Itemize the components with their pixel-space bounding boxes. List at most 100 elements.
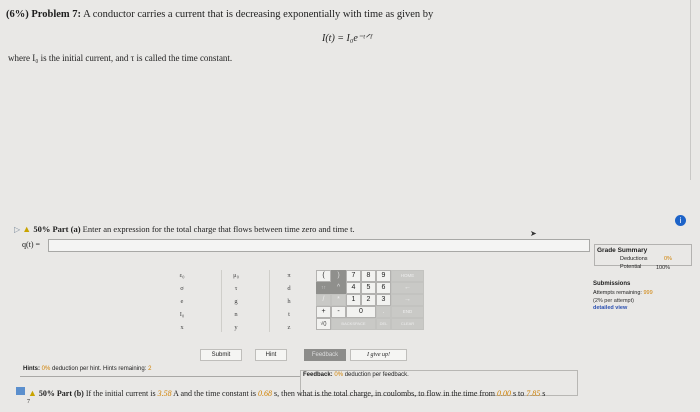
key-h[interactable]: h <box>277 296 301 307</box>
answer-input[interactable] <box>48 239 590 252</box>
key-minus[interactable]: - <box>331 306 346 318</box>
attempts-remaining: Attempts remaining: 999 <box>593 290 653 296</box>
hints-deduction: 0% <box>41 366 51 372</box>
part-b-text-2: A and the time constant is <box>173 389 257 398</box>
keypad-divider <box>221 270 222 332</box>
key-n[interactable]: n <box>224 309 248 320</box>
key-6[interactable]: 6 <box>376 282 391 294</box>
part-a-header[interactable]: ▷ ▲ 50% Part (a) Enter an expression for… <box>14 224 355 234</box>
per-attempt: (2% per attempt) <box>593 298 634 304</box>
problem-statement: A conductor carries a current that is de… <box>83 9 434 20</box>
part-b-text-3: s, then what is the total charge, in cou… <box>274 389 495 398</box>
key-decimal[interactable]: . <box>376 306 391 318</box>
panel-edge <box>690 0 700 180</box>
key-caret[interactable]: ^ <box>331 282 346 294</box>
feedback-button[interactable]: Feedback <box>304 349 346 361</box>
key-mu0[interactable]: μ₀ <box>224 270 248 281</box>
key-right-arrow[interactable]: → <box>391 294 424 306</box>
key-1[interactable]: 1 <box>346 294 361 306</box>
feedback-line: Feedback: 0% deduction per feedback. <box>303 372 409 378</box>
key-z[interactable]: z <box>277 322 301 333</box>
key-close-paren[interactable]: ) <box>331 270 346 282</box>
feedback-text: deduction per feedback. <box>344 372 409 378</box>
key-9[interactable]: 9 <box>376 270 391 282</box>
part-a-prompt: Enter an expression for the total charge… <box>82 224 355 234</box>
key-d[interactable]: d <box>277 283 301 294</box>
key-end[interactable]: END <box>391 306 424 318</box>
key-del[interactable]: DEL <box>376 318 391 330</box>
attempts-value: 999 <box>643 290 653 296</box>
key-4[interactable]: 4 <box>346 282 361 294</box>
key-tau[interactable]: τ <box>224 283 248 294</box>
key-sqrt[interactable]: √() <box>316 318 331 330</box>
problem-title: (6%) Problem 7: A conductor carries a cu… <box>6 9 433 20</box>
hints-line: Hints: 0% deduction per hint. Hints rema… <box>23 366 151 372</box>
key-y[interactable]: y <box>224 322 248 333</box>
key-pi[interactable]: π <box>277 270 301 281</box>
key-8[interactable]: 8 <box>361 270 376 282</box>
key-multiply[interactable]: * <box>331 294 346 306</box>
key-up[interactable]: ↑↑ <box>316 282 331 294</box>
part-b-header[interactable]: ▲ 50% Part (b) If the initial current is… <box>28 388 545 398</box>
expand-triangle-icon[interactable]: ▷ <box>14 225 20 234</box>
part-b-text-1: If the initial current is <box>85 389 156 398</box>
hints-deduction-text: deduction per hint. Hints remaining: <box>52 366 147 372</box>
key-home[interactable]: HOME <box>391 270 424 282</box>
part-b-current: 3.58 <box>157 389 172 398</box>
grade-summary-title: Grade Summary <box>597 247 648 254</box>
part-a-label: Part (a) <box>52 224 81 234</box>
key-open-paren[interactable]: ( <box>316 270 331 282</box>
attempts-label: Attempts remaining: <box>593 290 642 296</box>
hints-remaining: 2 <box>148 366 152 372</box>
key-i0[interactable]: I₀ <box>170 309 194 320</box>
key-t[interactable]: t <box>277 309 301 320</box>
detailed-view-link[interactable]: detailed view <box>593 305 627 311</box>
symbol-keypad: ε₀ σ e I₀ x μ₀ τ g n y π d h t z <box>176 270 304 336</box>
answer-label: q(t) = <box>22 240 41 249</box>
warning-icon: ▲ <box>28 388 37 398</box>
key-clear[interactable]: CLEAR <box>391 318 424 330</box>
info-icon[interactable]: i <box>675 215 686 226</box>
part-a-percent: 50% <box>33 224 51 234</box>
key-plus[interactable]: + <box>316 306 331 318</box>
key-5[interactable]: 5 <box>361 282 376 294</box>
key-divide[interactable]: / <box>316 294 331 306</box>
stray-number: 7 <box>27 399 30 405</box>
key-3[interactable]: 3 <box>376 294 391 306</box>
part-b-text-5: s <box>542 389 546 398</box>
feedback-deduction: 0% <box>334 372 344 378</box>
part-b-collapse-icon[interactable] <box>16 387 25 395</box>
submit-button[interactable]: Submit <box>200 349 242 361</box>
give-up-button[interactable]: I give up! <box>350 349 407 361</box>
key-7[interactable]: 7 <box>346 270 361 282</box>
hints-label: Hints: <box>23 366 40 372</box>
problem-number: Problem 7: <box>31 9 82 20</box>
part-b-t1: 7.85 <box>526 389 541 398</box>
key-backspace[interactable]: BACKSPACE <box>331 318 376 330</box>
key-g[interactable]: g <box>224 296 248 307</box>
part-b-label: Part (b) <box>56 389 84 398</box>
key-left-arrow[interactable]: ← <box>391 282 424 294</box>
part-b-percent: 50% <box>38 389 55 398</box>
problem-weight: (6%) <box>6 9 29 20</box>
key-sigma[interactable]: σ <box>170 283 194 294</box>
feedback-label: Feedback: <box>303 372 333 378</box>
key-epsilon0[interactable]: ε₀ <box>170 270 194 281</box>
current-formula: I(t) = I₀e⁻ᵗᐟᵀ <box>322 33 373 44</box>
warning-icon: ▲ <box>22 224 32 234</box>
part-b-t0: 0.00 <box>496 389 511 398</box>
submissions-title: Submissions <box>593 281 631 287</box>
part-b-tau: 0.68 <box>258 389 273 398</box>
key-x[interactable]: x <box>170 322 194 333</box>
mouse-cursor-icon: ➤ <box>530 229 537 238</box>
hint-button[interactable]: Hint <box>255 349 287 361</box>
key-e[interactable]: e <box>170 296 194 307</box>
deductions-value: 0% <box>664 256 672 262</box>
keypad-divider <box>269 270 270 332</box>
key-0[interactable]: 0 <box>346 306 376 318</box>
part-b-text-4: s to <box>512 389 525 398</box>
key-2[interactable]: 2 <box>361 294 376 306</box>
potential-label: Potential <box>620 264 642 270</box>
potential-value: 100% <box>656 265 671 271</box>
where-text: where I₀ is the initial current, and τ i… <box>8 53 233 63</box>
